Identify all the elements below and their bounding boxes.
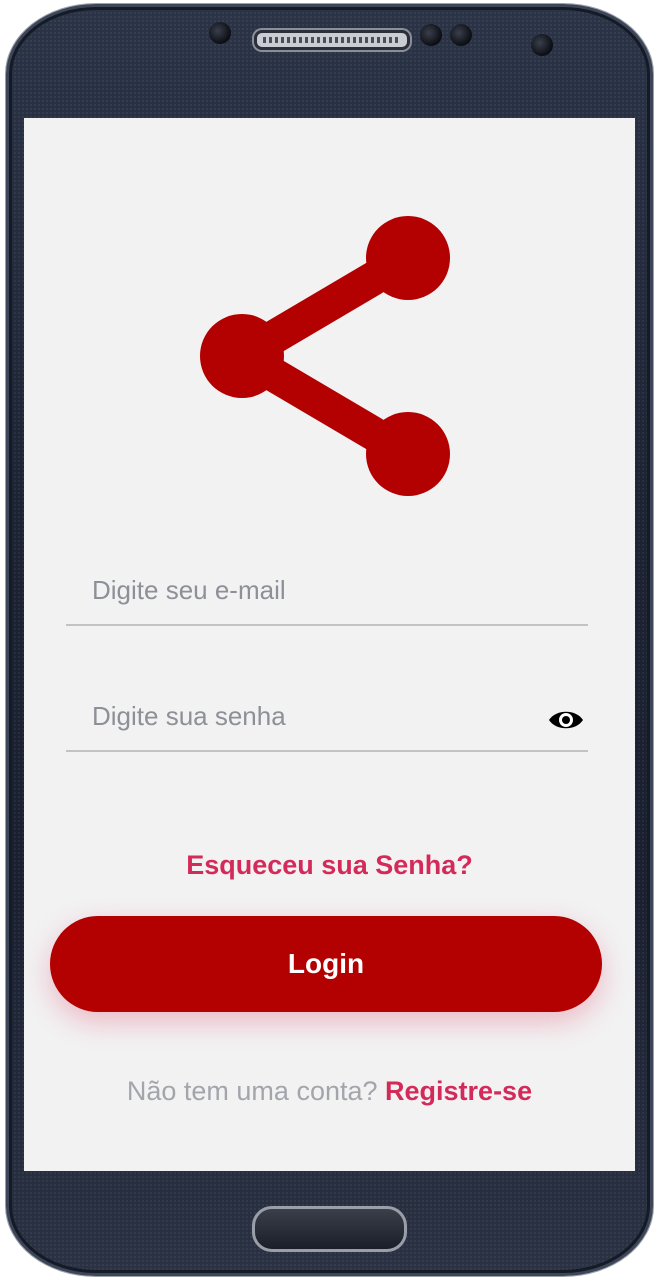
share-icon: [200, 216, 450, 496]
earpiece-speaker: [254, 30, 410, 50]
front-camera: [209, 22, 231, 44]
camera-lens: [531, 34, 553, 56]
register-row: Não tem uma conta? Registre-se: [24, 1076, 635, 1107]
home-button[interactable]: [252, 1206, 407, 1252]
password-field[interactable]: [66, 686, 588, 746]
password-field-container: [66, 686, 588, 752]
email-field-container: [66, 560, 588, 626]
register-link[interactable]: Registre-se: [385, 1076, 532, 1106]
login-screen: Esqueceu sua Senha? Login Não tem uma co…: [24, 118, 635, 1171]
login-button[interactable]: Login: [50, 916, 602, 1012]
register-prompt: Não tem uma conta?: [126, 1076, 378, 1106]
email-field[interactable]: [66, 560, 588, 620]
forgot-password-link[interactable]: Esqueceu sua Senha?: [24, 850, 635, 881]
light-sensor: [450, 24, 472, 46]
proximity-sensor: [420, 24, 442, 46]
eye-icon[interactable]: [548, 708, 584, 732]
